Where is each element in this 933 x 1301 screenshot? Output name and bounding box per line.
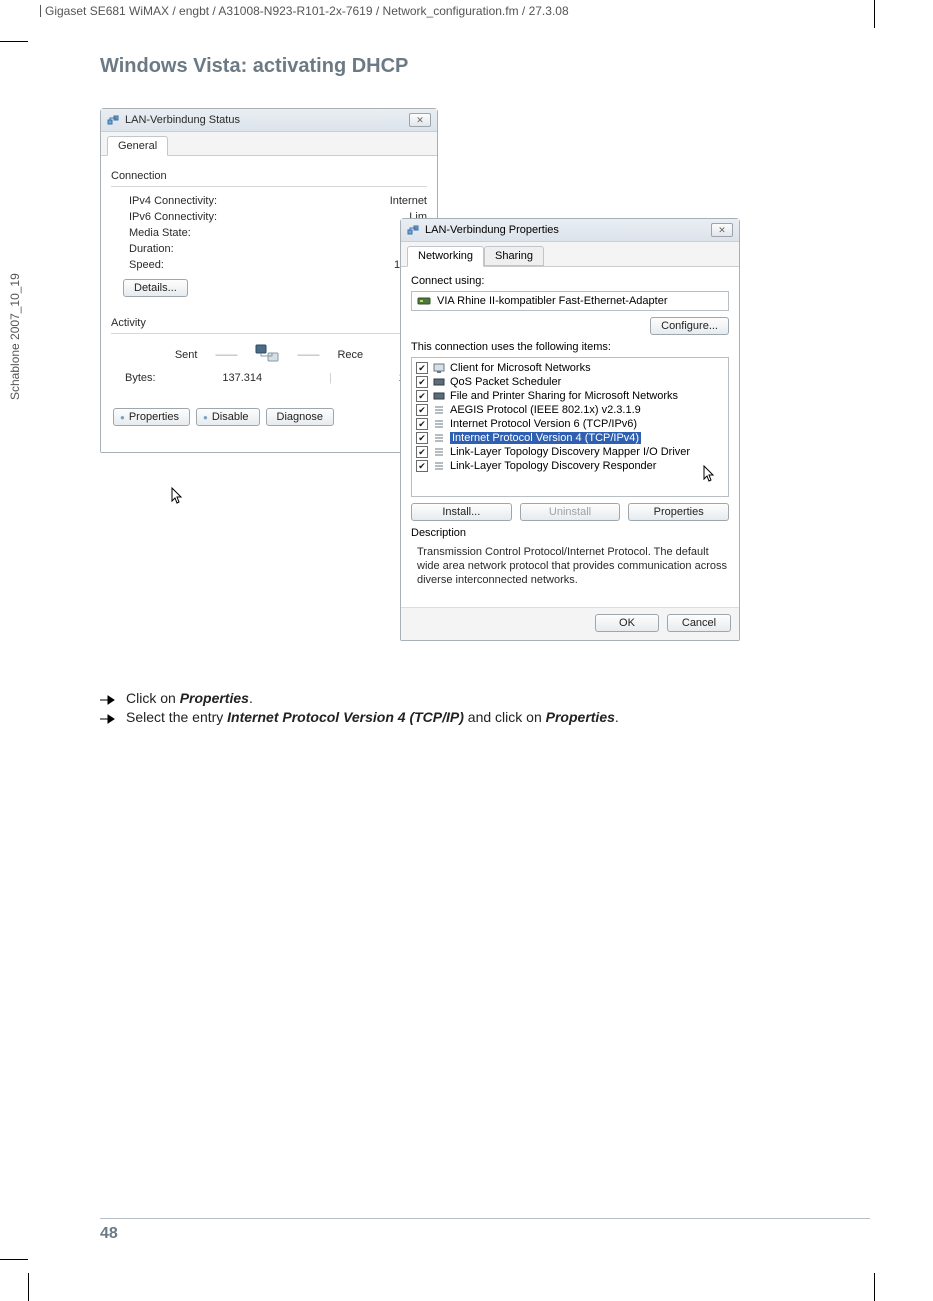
side-tab-label: Schablone 2007_10_19 — [8, 273, 22, 400]
list-item-label: Internet Protocol Version 6 (TCP/IPv6) — [450, 418, 637, 430]
instruction-text: Select the entry Internet Protocol Versi… — [126, 709, 619, 725]
speed-label: Speed: — [129, 259, 164, 271]
checkbox-icon[interactable] — [416, 418, 428, 430]
close-icon[interactable]: ✕ — [409, 113, 431, 127]
crop-mark — [0, 1259, 28, 1260]
connect-using-label: Connect using: — [411, 275, 729, 287]
properties-button[interactable]: Properties — [113, 408, 190, 426]
properties-dialog: LAN-Verbindung Properties ✕ Networking S… — [400, 218, 740, 641]
protocol-icon — [432, 460, 446, 472]
sent-label: Sent — [175, 349, 198, 361]
instruction-line: Select the entry Internet Protocol Versi… — [100, 709, 880, 725]
checkbox-icon[interactable] — [416, 446, 428, 458]
uses-items-label: This connection uses the following items… — [411, 341, 729, 353]
cancel-button[interactable]: Cancel — [667, 614, 731, 632]
duration-label: Duration: — [129, 243, 174, 255]
crop-mark — [0, 41, 28, 42]
crop-mark — [874, 1273, 875, 1301]
checkbox-icon[interactable] — [416, 376, 428, 388]
service-icon — [432, 390, 446, 402]
configure-button[interactable]: Configure... — [650, 317, 729, 335]
received-label: Rece — [337, 349, 363, 361]
cursor-icon — [171, 487, 185, 505]
group-activity-label: Activity — [111, 317, 427, 329]
diagnose-button[interactable]: Diagnose — [266, 408, 334, 426]
list-item[interactable]: Link-Layer Topology Discovery Mapper I/O… — [414, 445, 726, 459]
protocol-icon — [432, 432, 446, 444]
status-tab-row: General — [101, 132, 437, 156]
close-icon[interactable]: ✕ — [711, 223, 733, 237]
protocol-icon — [432, 446, 446, 458]
list-item-label: AEGIS Protocol (IEEE 802.1x) v2.3.1.9 — [450, 404, 641, 416]
media-label: Media State: — [129, 227, 191, 239]
list-item-label: Link-Layer Topology Discovery Mapper I/O… — [450, 446, 690, 458]
install-button[interactable]: Install... — [411, 503, 512, 521]
list-item-label: Internet Protocol Version 4 (TCP/IPv4) — [450, 432, 641, 444]
arrow-icon — [100, 694, 118, 706]
instruction-list: Click on Properties. Select the entry In… — [100, 690, 880, 725]
props-tab-row: Networking Sharing — [401, 242, 739, 267]
list-item-label: Link-Layer Topology Discovery Responder — [450, 460, 656, 472]
item-properties-button[interactable]: Properties — [628, 503, 729, 521]
adapter-name: VIA Rhine II-kompatibler Fast-Ethernet-A… — [437, 295, 668, 307]
description-text: Transmission Control Protocol/Internet P… — [411, 543, 729, 597]
checkbox-icon[interactable] — [416, 460, 428, 472]
screenshot-composite: LAN-Verbindung Status ✕ General Connecti… — [100, 108, 840, 648]
list-item-label: QoS Packet Scheduler — [450, 376, 561, 388]
cursor-icon — [703, 465, 717, 483]
checkbox-icon[interactable] — [416, 404, 428, 416]
instruction-text: Click on Properties. — [126, 690, 253, 706]
page-number: 48 — [100, 1225, 118, 1243]
list-item-label: Client for Microsoft Networks — [450, 362, 591, 374]
checkbox-icon[interactable] — [416, 362, 428, 374]
instruction-line: Click on Properties. — [100, 690, 880, 706]
list-item[interactable]: Client for Microsoft Networks — [414, 361, 726, 375]
description-label: Description — [411, 527, 729, 539]
header-path: Gigaset SE681 WiMAX / engbt / A31008-N92… — [40, 4, 569, 18]
ipv4-value: Internet — [390, 195, 427, 207]
network-icon — [107, 114, 119, 126]
status-title-text: LAN-Verbindung Status — [125, 114, 240, 126]
crop-mark — [874, 0, 875, 28]
list-item[interactable]: QoS Packet Scheduler — [414, 375, 726, 389]
ipv4-label: IPv4 Connectivity: — [129, 195, 217, 207]
props-title-bar: LAN-Verbindung Properties ✕ — [401, 219, 739, 242]
bytes-label: Bytes: — [125, 372, 156, 384]
list-item[interactable]: File and Printer Sharing for Microsoft N… — [414, 389, 726, 403]
client-icon — [432, 362, 446, 374]
network-icon — [407, 224, 419, 236]
list-item[interactable]: AEGIS Protocol (IEEE 802.1x) v2.3.1.9 — [414, 403, 726, 417]
ok-button[interactable]: OK — [595, 614, 659, 632]
arrow-icon — [100, 713, 118, 725]
crop-mark — [28, 1273, 29, 1301]
protocol-icon — [432, 418, 446, 430]
adapter-field: VIA Rhine II-kompatibler Fast-Ethernet-A… — [411, 291, 729, 311]
tab-networking[interactable]: Networking — [407, 246, 484, 267]
footer-rule — [100, 1218, 870, 1219]
list-item[interactable]: Internet Protocol Version 6 (TCP/IPv6) — [414, 417, 726, 431]
disable-button[interactable]: Disable — [196, 408, 260, 426]
checkbox-icon[interactable] — [416, 390, 428, 402]
list-item[interactable]: Link-Layer Topology Discovery Responder — [414, 459, 726, 473]
details-button[interactable]: Details... — [123, 279, 188, 297]
status-dialog: LAN-Verbindung Status ✕ General Connecti… — [100, 108, 438, 453]
uninstall-button: Uninstall — [520, 503, 621, 521]
tab-sharing[interactable]: Sharing — [484, 246, 544, 266]
protocol-icon — [432, 404, 446, 416]
service-icon — [432, 376, 446, 388]
list-item-selected[interactable]: Internet Protocol Version 4 (TCP/IPv4) — [414, 431, 726, 445]
list-item-label: File and Printer Sharing for Microsoft N… — [450, 390, 678, 402]
ipv6-label: IPv6 Connectivity: — [129, 211, 217, 223]
bytes-sent-value: 137.314 — [222, 372, 262, 384]
monitor-icon — [255, 344, 279, 366]
section-title: Windows Vista: activating DHCP — [100, 55, 880, 78]
status-title-bar: LAN-Verbindung Status ✕ — [101, 109, 437, 132]
tab-general[interactable]: General — [107, 136, 168, 156]
props-title-text: LAN-Verbindung Properties — [425, 224, 559, 236]
items-listbox[interactable]: Client for Microsoft Networks QoS Packet… — [411, 357, 729, 497]
group-connection-label: Connection — [111, 170, 427, 182]
nic-icon — [417, 295, 431, 307]
checkbox-icon[interactable] — [416, 432, 428, 444]
